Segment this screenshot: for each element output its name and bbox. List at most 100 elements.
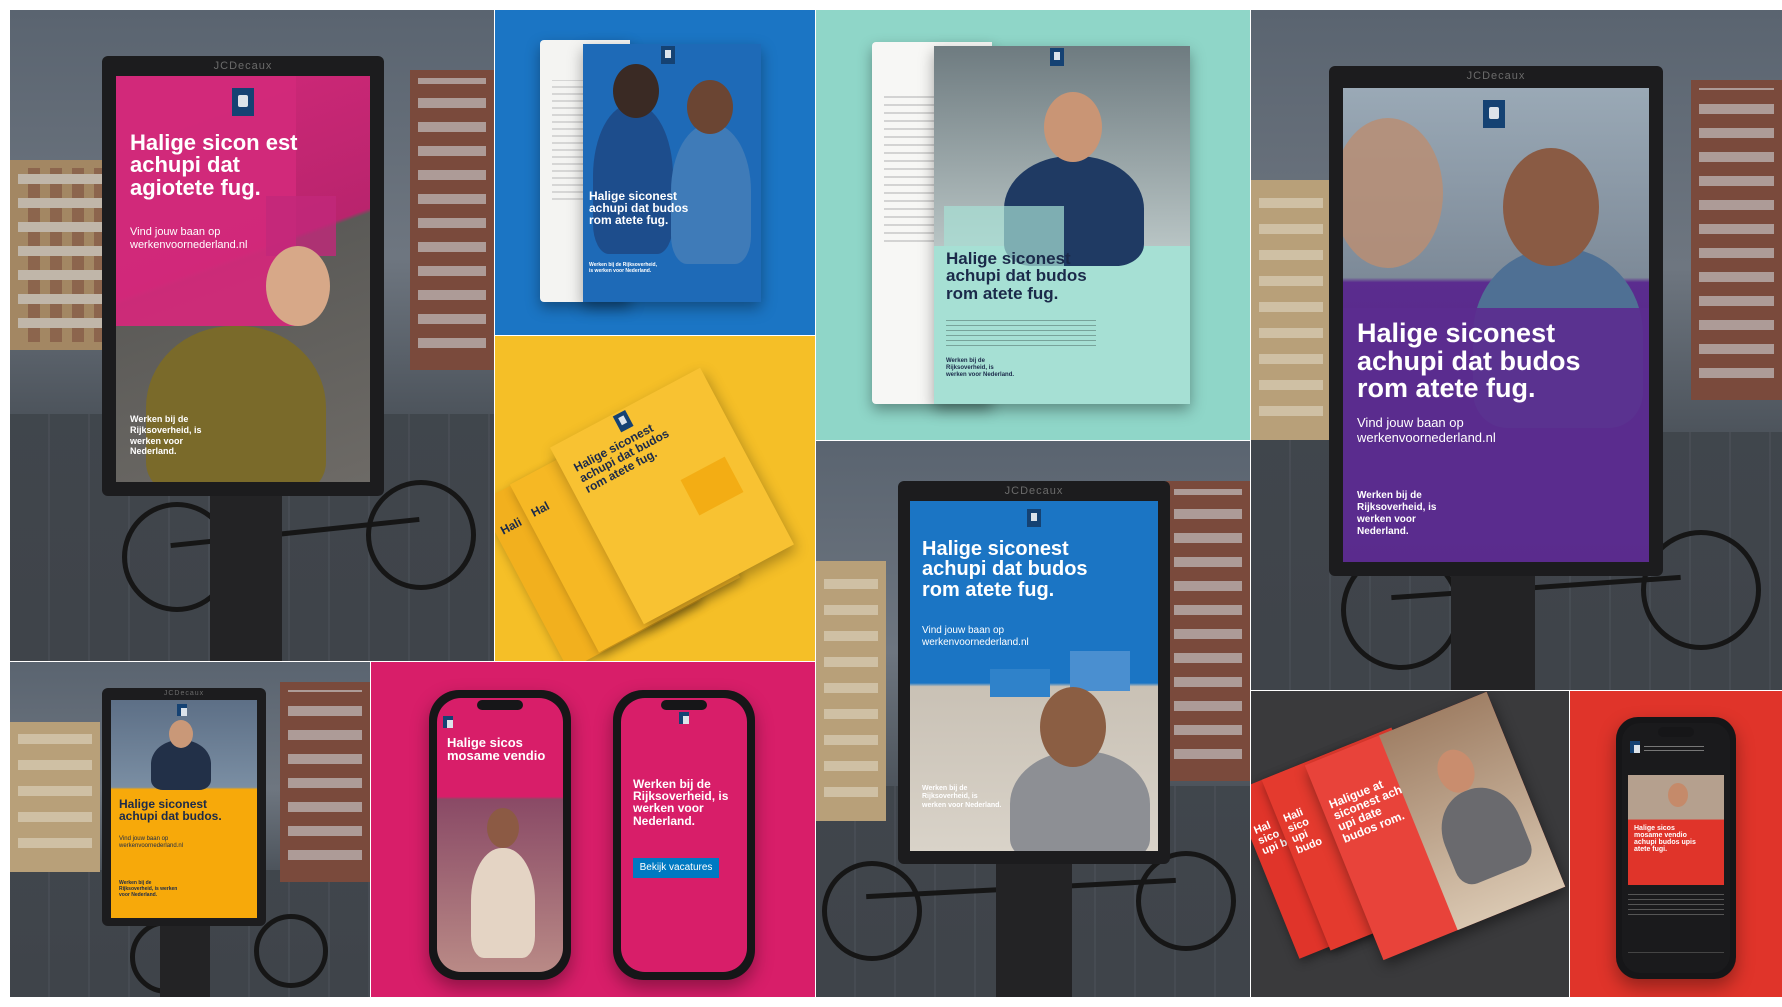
poster-pink: Halige sicon est achupi dat agiotete fug… <box>116 76 370 482</box>
kiosk-brand-label: JCDecaux <box>163 690 205 697</box>
rijksoverheid-logo <box>1630 741 1640 753</box>
building-right <box>1166 481 1250 781</box>
kiosk-pole <box>160 922 210 997</box>
kiosk-brand-label: JCDecaux <box>213 60 273 72</box>
phone-red-tile: Halige sicos mosame vendio achupi budos … <box>1570 691 1782 997</box>
poster-footer: Werken bij de Rijksoverheid, is werken v… <box>1357 490 1437 537</box>
nurse-figure <box>593 104 673 254</box>
magazine-right-page: Halige siconest achupi dat budos rom ate… <box>583 44 761 302</box>
rijksoverheid-logo <box>679 712 689 724</box>
bicycle-wheel <box>254 914 328 988</box>
phone-nav-bar <box>1628 952 1724 963</box>
phone-notch <box>477 700 523 710</box>
nurse-face <box>687 80 733 134</box>
poster-purple: Halige siconest achupi dat budos rom ate… <box>1343 88 1649 562</box>
street-kiosk-pink-tile: JCDecaux Halige sicon est achupi dat agi… <box>10 10 494 661</box>
magazine-headline: Halige siconest achupi dat budos rom ate… <box>946 249 1087 303</box>
rijksoverheid-logo <box>661 46 675 64</box>
phone-left: Halige sicos mosame vendio <box>429 690 571 980</box>
post-body-lines <box>1628 891 1724 915</box>
kiosk-frame: JCDecaux Halige siconest achupi dat budo… <box>898 481 1170 864</box>
magazines-red-tile: Hal sico upi bud Hali sico upi budo Hali… <box>1251 691 1569 997</box>
kiosk-frame: JCDecaux Halige siconest achupi dat budo… <box>1329 66 1663 576</box>
phone-headline: Halige sicos mosame vendio <box>447 735 546 764</box>
building-left <box>1251 180 1331 440</box>
poster-headline: Halige siconest achupi dat budos rom ate… <box>922 538 1088 601</box>
phone-notch <box>661 700 707 710</box>
building-right <box>280 682 370 882</box>
collage: JCDecaux Halige sicon est achupi dat agi… <box>0 0 1782 1007</box>
man-face <box>1040 687 1106 767</box>
building-right <box>410 70 494 370</box>
woman-with-phone <box>471 848 535 958</box>
magazine-headline: Haligue at siconest ach upi date budos r… <box>1326 777 1407 846</box>
street-kiosk-blue-tile: JCDecaux Halige siconest achupi dat budo… <box>816 441 1250 997</box>
pixel-block <box>680 456 744 516</box>
magazine-footer: Werken bij de Rijksoverheid, is werken v… <box>946 358 1015 379</box>
post-image: Halige sicos mosame vendio achupi budos … <box>1628 775 1724 885</box>
rijksoverheid-logo <box>1027 509 1041 527</box>
pixel-block <box>990 669 1050 697</box>
bicycle-wheel <box>1136 851 1236 951</box>
magazine-footer: Werken bij de Rijksoverheid, is werken v… <box>589 262 657 274</box>
phone-screen: Halige sicos mosame vendio achupi budos … <box>1622 723 1730 973</box>
view-vacancies-button[interactable]: Bekijk vacatures <box>633 858 719 878</box>
phone-headline: Halige sicos mosame vendio achupi budos … <box>1634 825 1696 854</box>
woman-face-blurred <box>1343 118 1443 268</box>
street-kiosk-small-tile: JCDecaux Halige siconest achupi dat budo… <box>10 662 370 997</box>
brochure-edge-text: Hali <box>498 514 525 538</box>
nurse-face <box>613 64 659 118</box>
poster-footer: Werken bij de Rijksoverheid, is werken v… <box>130 414 202 457</box>
poster-headline: Halige siconest achupi dat budos. <box>119 797 222 824</box>
woman-in-sweater <box>146 326 326 482</box>
bicycle-wheel <box>822 861 922 961</box>
kiosk-pole <box>1451 570 1535 690</box>
phone-notch <box>1658 727 1694 737</box>
body-text-lines <box>946 316 1096 346</box>
poster-footer: Werken bij de Rijksoverheid, is werken v… <box>119 880 178 898</box>
phones-pink-tile: Halige sicos mosame vendio Werken bij de… <box>371 662 815 997</box>
man-face <box>1044 92 1102 162</box>
phone-social: Halige sicos mosame vendio achupi budos … <box>1616 717 1736 979</box>
rijksoverheid-logo <box>1483 100 1505 128</box>
building-left <box>10 722 100 872</box>
rijksoverheid-logo <box>1050 48 1064 66</box>
pixel-block <box>1070 651 1130 691</box>
magazine-right-page: Halige siconest achupi dat budos rom ate… <box>934 46 1190 404</box>
poster-headline: Halige siconest achupi dat budos rom ate… <box>1357 318 1581 404</box>
rijksoverheid-logo <box>232 88 254 116</box>
kiosk-brand-label: JCDecaux <box>1466 70 1526 82</box>
brochure-edge-text: Hal <box>528 498 552 520</box>
rijksoverheid-logo <box>443 716 453 728</box>
woman-face <box>266 246 330 326</box>
street-kiosk-purple-tile: JCDecaux Halige siconest achupi dat budo… <box>1251 10 1782 690</box>
bicycle-wheel <box>366 480 476 590</box>
rijksoverheid-logo <box>612 409 634 433</box>
kiosk-pole <box>996 861 1072 997</box>
man-face <box>1503 148 1599 266</box>
magazine-headline: Halige siconest achupi dat budos rom ate… <box>589 189 689 228</box>
phone-right: Werken bij de Rijksoverheid, is werken v… <box>613 690 755 980</box>
phone-screen: Halige sicos mosame vendio <box>437 698 563 972</box>
poster-headline: Halige sicon est achupi dat agiotete fug… <box>130 130 298 200</box>
kiosk-frame: JCDecaux Halige siconest achupi dat budo… <box>102 688 266 926</box>
poster-subline: Vind jouw baan op werkenvoornederland.nl <box>922 625 1029 648</box>
woman-face <box>487 808 519 848</box>
poster-subline: Vind jouw baan op werkenvoornederland.nl <box>119 836 184 849</box>
poster-footer: Werken bij de Rijksoverheid, is werken v… <box>922 785 1002 809</box>
kiosk-brand-label: JCDecaux <box>1004 485 1064 497</box>
magazine-blue-tile: Halige siconest achupi dat budos rom ate… <box>495 10 815 335</box>
poster-amber: Halige siconest achupi dat budos. Vind j… <box>111 700 257 918</box>
kiosk-pole <box>210 480 282 661</box>
magazine-mint-tile: Halige siconest achupi dat budos rom ate… <box>816 10 1250 440</box>
poster-blue: Halige siconest achupi dat budos rom ate… <box>910 501 1158 851</box>
woman-face <box>1668 783 1688 807</box>
post-header-lines <box>1644 743 1704 751</box>
rijksoverheid-logo <box>177 704 187 716</box>
brochures-yellow-tile: Hali Hal Halige siconest achupi dat budo… <box>495 336 815 661</box>
phone-screen: Werken bij de Rijksoverheid, is werken v… <box>621 698 747 972</box>
building-right <box>1691 80 1782 400</box>
kiosk-frame: JCDecaux Halige sicon est achupi dat agi… <box>102 56 384 496</box>
phone-headline: Werken bij de Rijksoverheid, is werken v… <box>633 777 729 828</box>
poster-subline: Vind jouw baan op werkenvoornederland.nl <box>130 226 248 251</box>
